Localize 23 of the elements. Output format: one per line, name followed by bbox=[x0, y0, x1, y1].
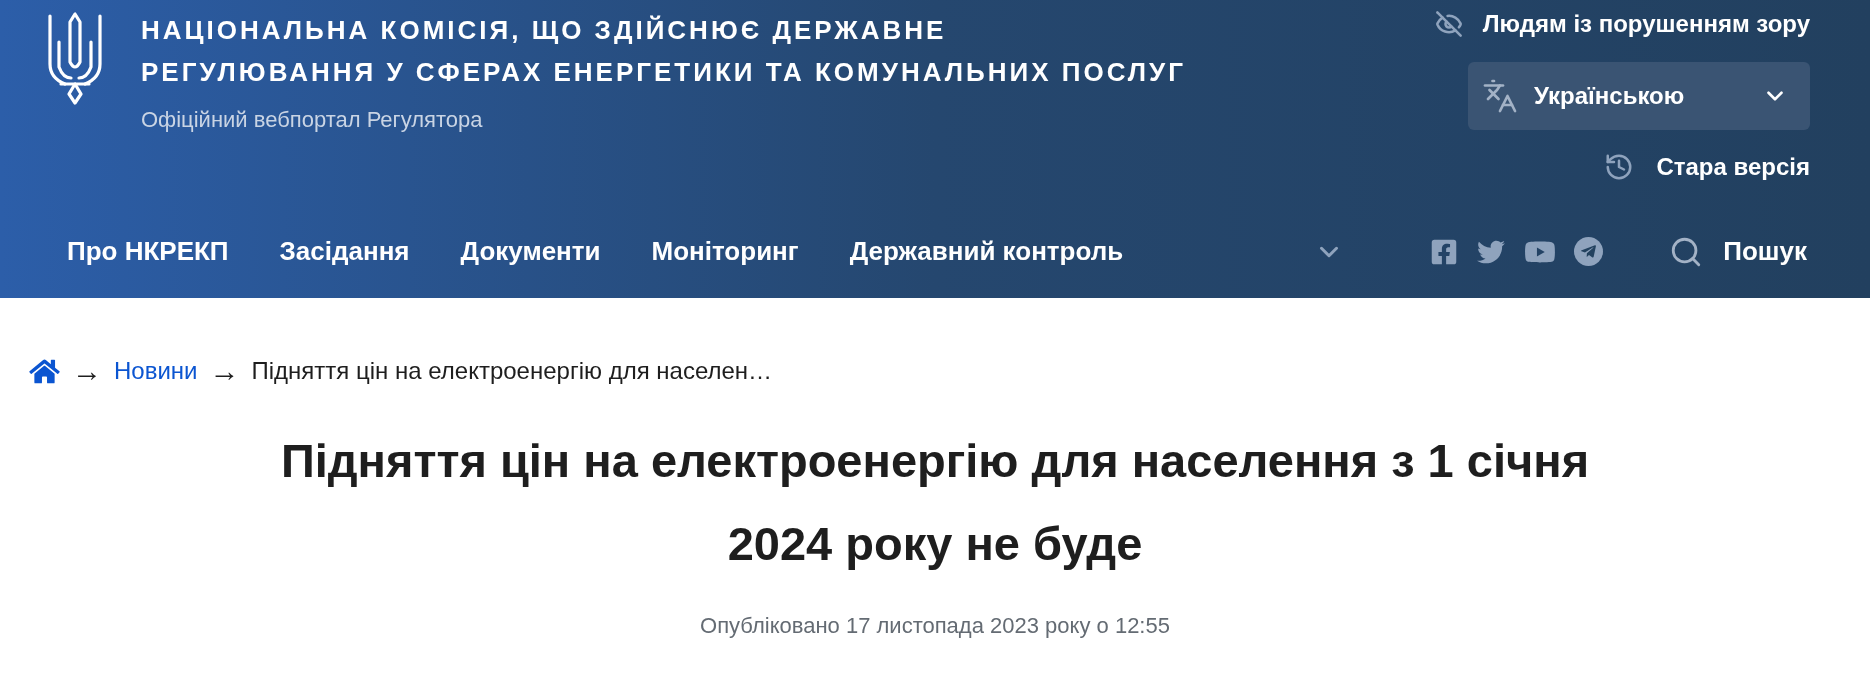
telegram-icon[interactable] bbox=[1574, 237, 1604, 266]
search-button[interactable]: Пошук bbox=[1669, 232, 1807, 271]
breadcrumb-separator: → bbox=[72, 355, 102, 387]
publish-date: Опубліковано 17 листопада 2023 року о 12:55 bbox=[700, 612, 1170, 640]
old-version-link[interactable]: Стара версія bbox=[1604, 150, 1810, 184]
article-title: Підняття цін на електроенергію для населення з 1 січня 2024 року не буде bbox=[279, 433, 1591, 572]
nav-link[interactable]: Моніторинг bbox=[651, 232, 799, 271]
nav-link[interactable]: Документи bbox=[460, 232, 601, 271]
breadcrumb-link[interactable]: Новини bbox=[114, 353, 198, 389]
facebook-icon[interactable] bbox=[1430, 237, 1459, 266]
translate-icon bbox=[1482, 78, 1518, 114]
language-select[interactable]: Українською bbox=[1468, 62, 1810, 130]
nav-link[interactable]: Про НКРЕКП bbox=[67, 232, 229, 271]
nav-link[interactable]: Державний контроль bbox=[849, 232, 1124, 271]
eye-off-icon bbox=[1434, 10, 1463, 38]
site-title: НАЦІОНАЛЬНА КОМІСІЯ, ЩО ЗДІЙСНЮЄ ДЕРЖАВНЕ РЕГУЛЮВАННЯ У СФЕРАХ ЕНЕРГЕТИКИ ТА КОМУНАЛЬНИХ ПОСЛУГ bbox=[141, 14, 1186, 89]
nav-link[interactable]: Засідання bbox=[279, 232, 410, 271]
accessibility-link[interactable]: Людям із порушенням зору bbox=[1434, 8, 1810, 40]
breadcrumb-current: Підняття цін на електроенергію для населен… bbox=[251, 356, 773, 386]
home-icon[interactable] bbox=[29, 357, 60, 385]
trident-icon bbox=[45, 12, 105, 105]
breadcrumb-separator: → bbox=[209, 355, 240, 387]
site-subtitle: Офіційний вебпортал Регулятора bbox=[141, 106, 483, 134]
